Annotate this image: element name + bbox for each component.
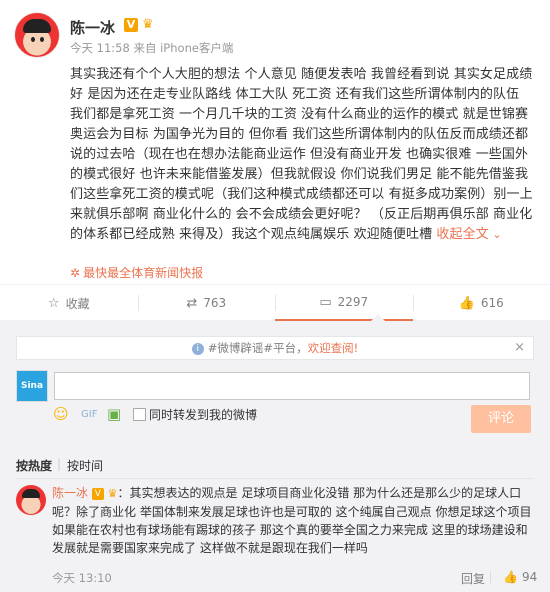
favorite-button[interactable]: ☆ 收藏 bbox=[0, 285, 138, 321]
collapse-link[interactable]: 收起全文 bbox=[436, 227, 501, 242]
repost-checkbox-label: 同时转发到我的微博 bbox=[149, 408, 258, 422]
source-prefix: 来自 bbox=[133, 41, 157, 55]
repost-count: 763 bbox=[203, 296, 227, 310]
favorite-label: 收藏 bbox=[65, 296, 90, 311]
gif-icon[interactable]: GIF bbox=[81, 409, 97, 420]
thumb-up-icon: 👍 bbox=[458, 295, 475, 311]
spark-icon: ✲ bbox=[70, 266, 81, 280]
post-content: 其实我还有个个人大胆的想法 个人意见 随便发表哈 我曾经看到说 其实女足成绩好 … bbox=[70, 65, 536, 245]
comment-item: 陈一冰 V ♛：其实想表达的观点是 足球项目商业化没错 那为什么还是那么少的足球… bbox=[52, 484, 532, 557]
post-time[interactable]: 今天 11:58 bbox=[70, 41, 130, 55]
my-avatar: Sina bbox=[16, 370, 48, 402]
divider bbox=[490, 571, 491, 583]
repost-icon: ⇄ bbox=[186, 295, 198, 311]
commenter-name[interactable]: 陈一冰 bbox=[52, 486, 88, 500]
star-icon: ☆ bbox=[47, 295, 60, 311]
info-icon: i bbox=[191, 342, 204, 355]
emoji-icon[interactable]: ☺ bbox=[53, 405, 69, 423]
comment-count: 2297 bbox=[337, 295, 369, 309]
comment-icon: ▭ bbox=[319, 294, 332, 310]
reply-button[interactable]: 回复 bbox=[461, 570, 485, 587]
activity-text: 最快最全体育新闻快报 bbox=[83, 266, 204, 280]
like-count: 616 bbox=[480, 296, 504, 310]
divider bbox=[16, 478, 534, 479]
thumb-up-icon: 👍 bbox=[503, 570, 518, 584]
verified-v-icon: V bbox=[124, 18, 138, 32]
rumor-link[interactable]: 欢迎查阅! bbox=[308, 341, 359, 355]
rumor-text: #微博辟谣#平台， bbox=[207, 341, 308, 355]
member-level-icon: ♛ bbox=[142, 17, 154, 32]
sort-by-hot[interactable]: 按热度 bbox=[16, 457, 52, 474]
weibo-post-card: 陈一冰 V ♛ 今天 11:58 来自 iPhone客户端 其实我还有个个人大胆… bbox=[0, 0, 550, 321]
post-meta: 今天 11:58 来自 iPhone客户端 bbox=[70, 40, 233, 56]
author-name[interactable]: 陈一冰 bbox=[70, 17, 115, 38]
repost-checkbox[interactable] bbox=[133, 408, 146, 421]
sort-divider: | bbox=[57, 457, 62, 471]
post-text: 其实我还有个个人大胆的想法 个人意见 随便发表哈 我曾经看到说 其实女足成绩好 … bbox=[70, 67, 533, 242]
comment-text: ：其实想表达的观点是 足球项目商业化没错 那为什么还是那么少的足球人口呢？除了商… bbox=[52, 486, 532, 555]
author-avatar[interactable] bbox=[14, 12, 60, 58]
comment-time: 今天 13:10 bbox=[52, 571, 112, 585]
close-icon[interactable]: × bbox=[514, 337, 525, 359]
comment-button[interactable]: ▭ 2297 bbox=[275, 285, 413, 321]
like-button[interactable]: 👍 616 bbox=[412, 285, 550, 321]
comment-input[interactable] bbox=[54, 372, 530, 400]
rumor-notice: i #微博辟谣#平台，欢迎查阅! × bbox=[16, 336, 534, 360]
post-source[interactable]: iPhone客户端 bbox=[160, 41, 233, 55]
verified-v-icon: V bbox=[91, 487, 104, 500]
sort-by-time[interactable]: 按时间 bbox=[67, 457, 103, 474]
image-icon[interactable]: ▣ bbox=[107, 405, 121, 423]
submit-comment-button[interactable]: 评论 bbox=[471, 405, 531, 433]
comment-like-count: 94 bbox=[521, 570, 538, 584]
repost-button[interactable]: ⇄ 763 bbox=[137, 285, 276, 321]
commenter-avatar[interactable] bbox=[16, 485, 46, 515]
activity-link[interactable]: ✲ 最快最全体育新闻快报 bbox=[70, 264, 203, 281]
comment-like-button[interactable]: 👍 94 bbox=[503, 570, 537, 584]
member-level-icon: ♛ bbox=[107, 487, 118, 500]
action-bar: ☆ 收藏 ⇄ 763 ▭ 2297 👍 616 bbox=[0, 284, 550, 321]
comment-pointer bbox=[371, 314, 385, 321]
